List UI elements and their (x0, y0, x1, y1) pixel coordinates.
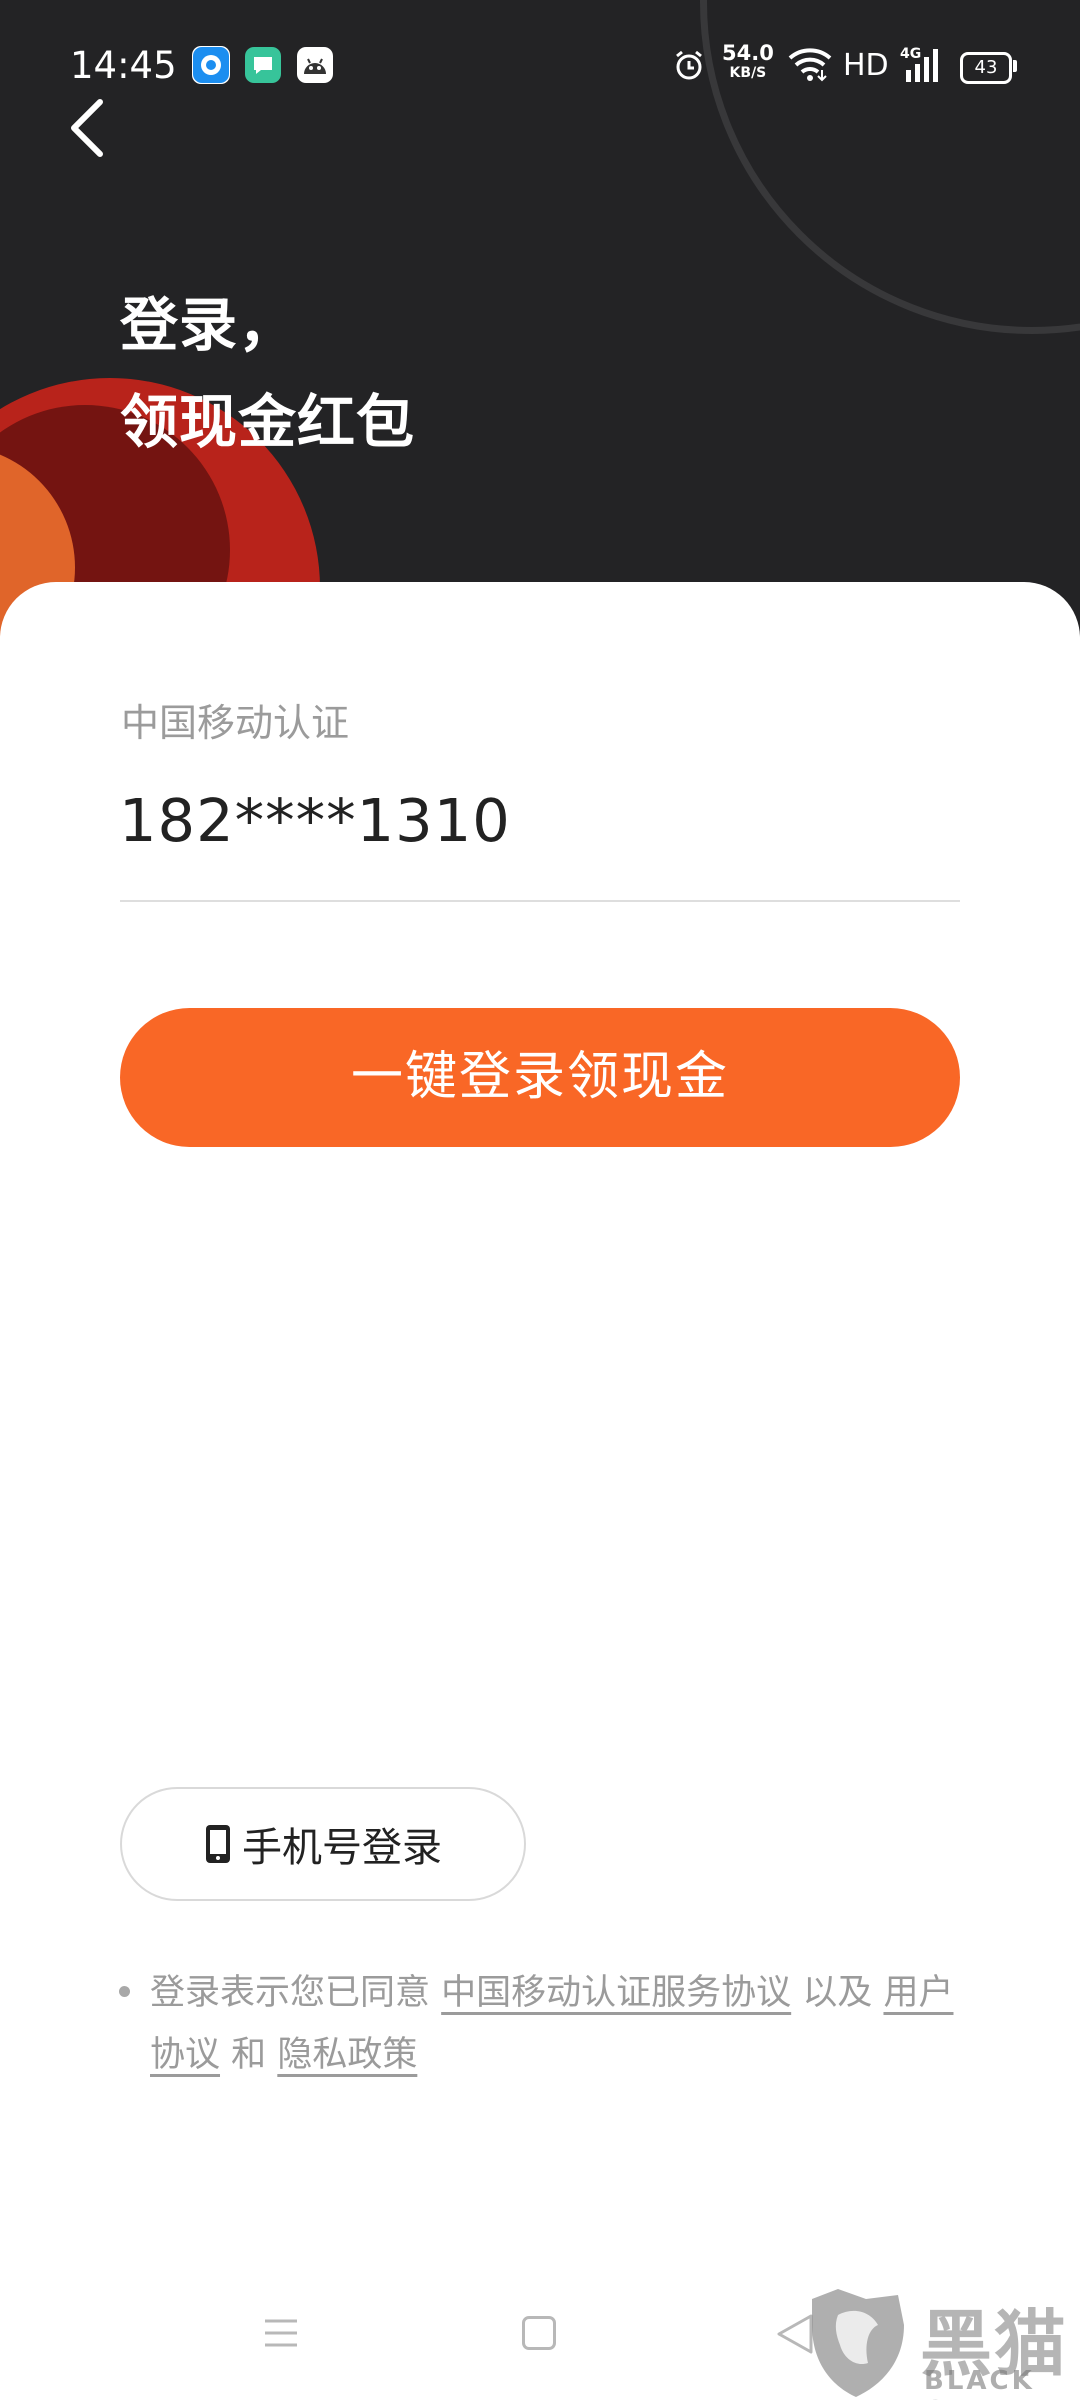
headline-line-1: 登录， (120, 291, 298, 359)
signal-icon: 4G (898, 44, 946, 84)
message-app-icon (244, 46, 282, 84)
menu-icon[interactable] (263, 2316, 299, 2350)
divider (120, 900, 960, 902)
cmcc-service-agreement-link[interactable]: 中国移动认证服务协议 (441, 1973, 791, 2013)
headline-line-2: 领现金红包 (120, 388, 416, 456)
notification-app-icon (192, 46, 230, 84)
back-button[interactable] (62, 96, 112, 160)
agreement-connector-1: 以及 (802, 1973, 873, 2013)
wifi-icon (788, 46, 832, 82)
agreement-bullet (119, 1986, 130, 1997)
watermark-subtext: BLACK CAT (924, 2366, 1035, 2400)
phone-login-label: 手机号登录 (242, 1825, 442, 1871)
agreement-connector-2: 和 (231, 2035, 267, 2075)
chevron-left-icon (71, 99, 103, 157)
battery-tip (1013, 60, 1017, 72)
network-speed: 54.0 KB/S (722, 41, 774, 81)
battery-icon: 43 (960, 52, 1012, 84)
agreement-prefix: 登录表示您已同意 (150, 1973, 431, 2013)
login-screen: 14:45 54.0 KB/S HD 4G 43 登录， 领现金红包 中国移动认… (0, 0, 1080, 2400)
status-time: 14:45 (70, 44, 177, 87)
one-key-login-button[interactable]: 一键登录领现金 (120, 1008, 960, 1147)
header-banner: 14:45 54.0 KB/S HD 4G 43 登录， 领现金红包 (0, 0, 1080, 640)
phone-number-field: 182****1310 (119, 786, 511, 855)
home-icon[interactable] (522, 2316, 556, 2350)
alarm-icon (672, 48, 706, 82)
hd-indicator: HD (843, 48, 889, 83)
privacy-policy-link[interactable]: 隐私政策 (277, 2035, 417, 2075)
svg-text:4G: 4G (900, 46, 921, 62)
auth-provider-label: 中国移动认证 (121, 701, 350, 745)
agreement-text: 登录表示您已同意 中国移动认证服务协议 以及 用户协议 和 隐私政策 (150, 1962, 960, 2086)
smartphone-icon (204, 1823, 232, 1865)
phone-login-button[interactable]: 手机号登录 (120, 1787, 526, 1901)
robot-app-icon (296, 46, 334, 84)
